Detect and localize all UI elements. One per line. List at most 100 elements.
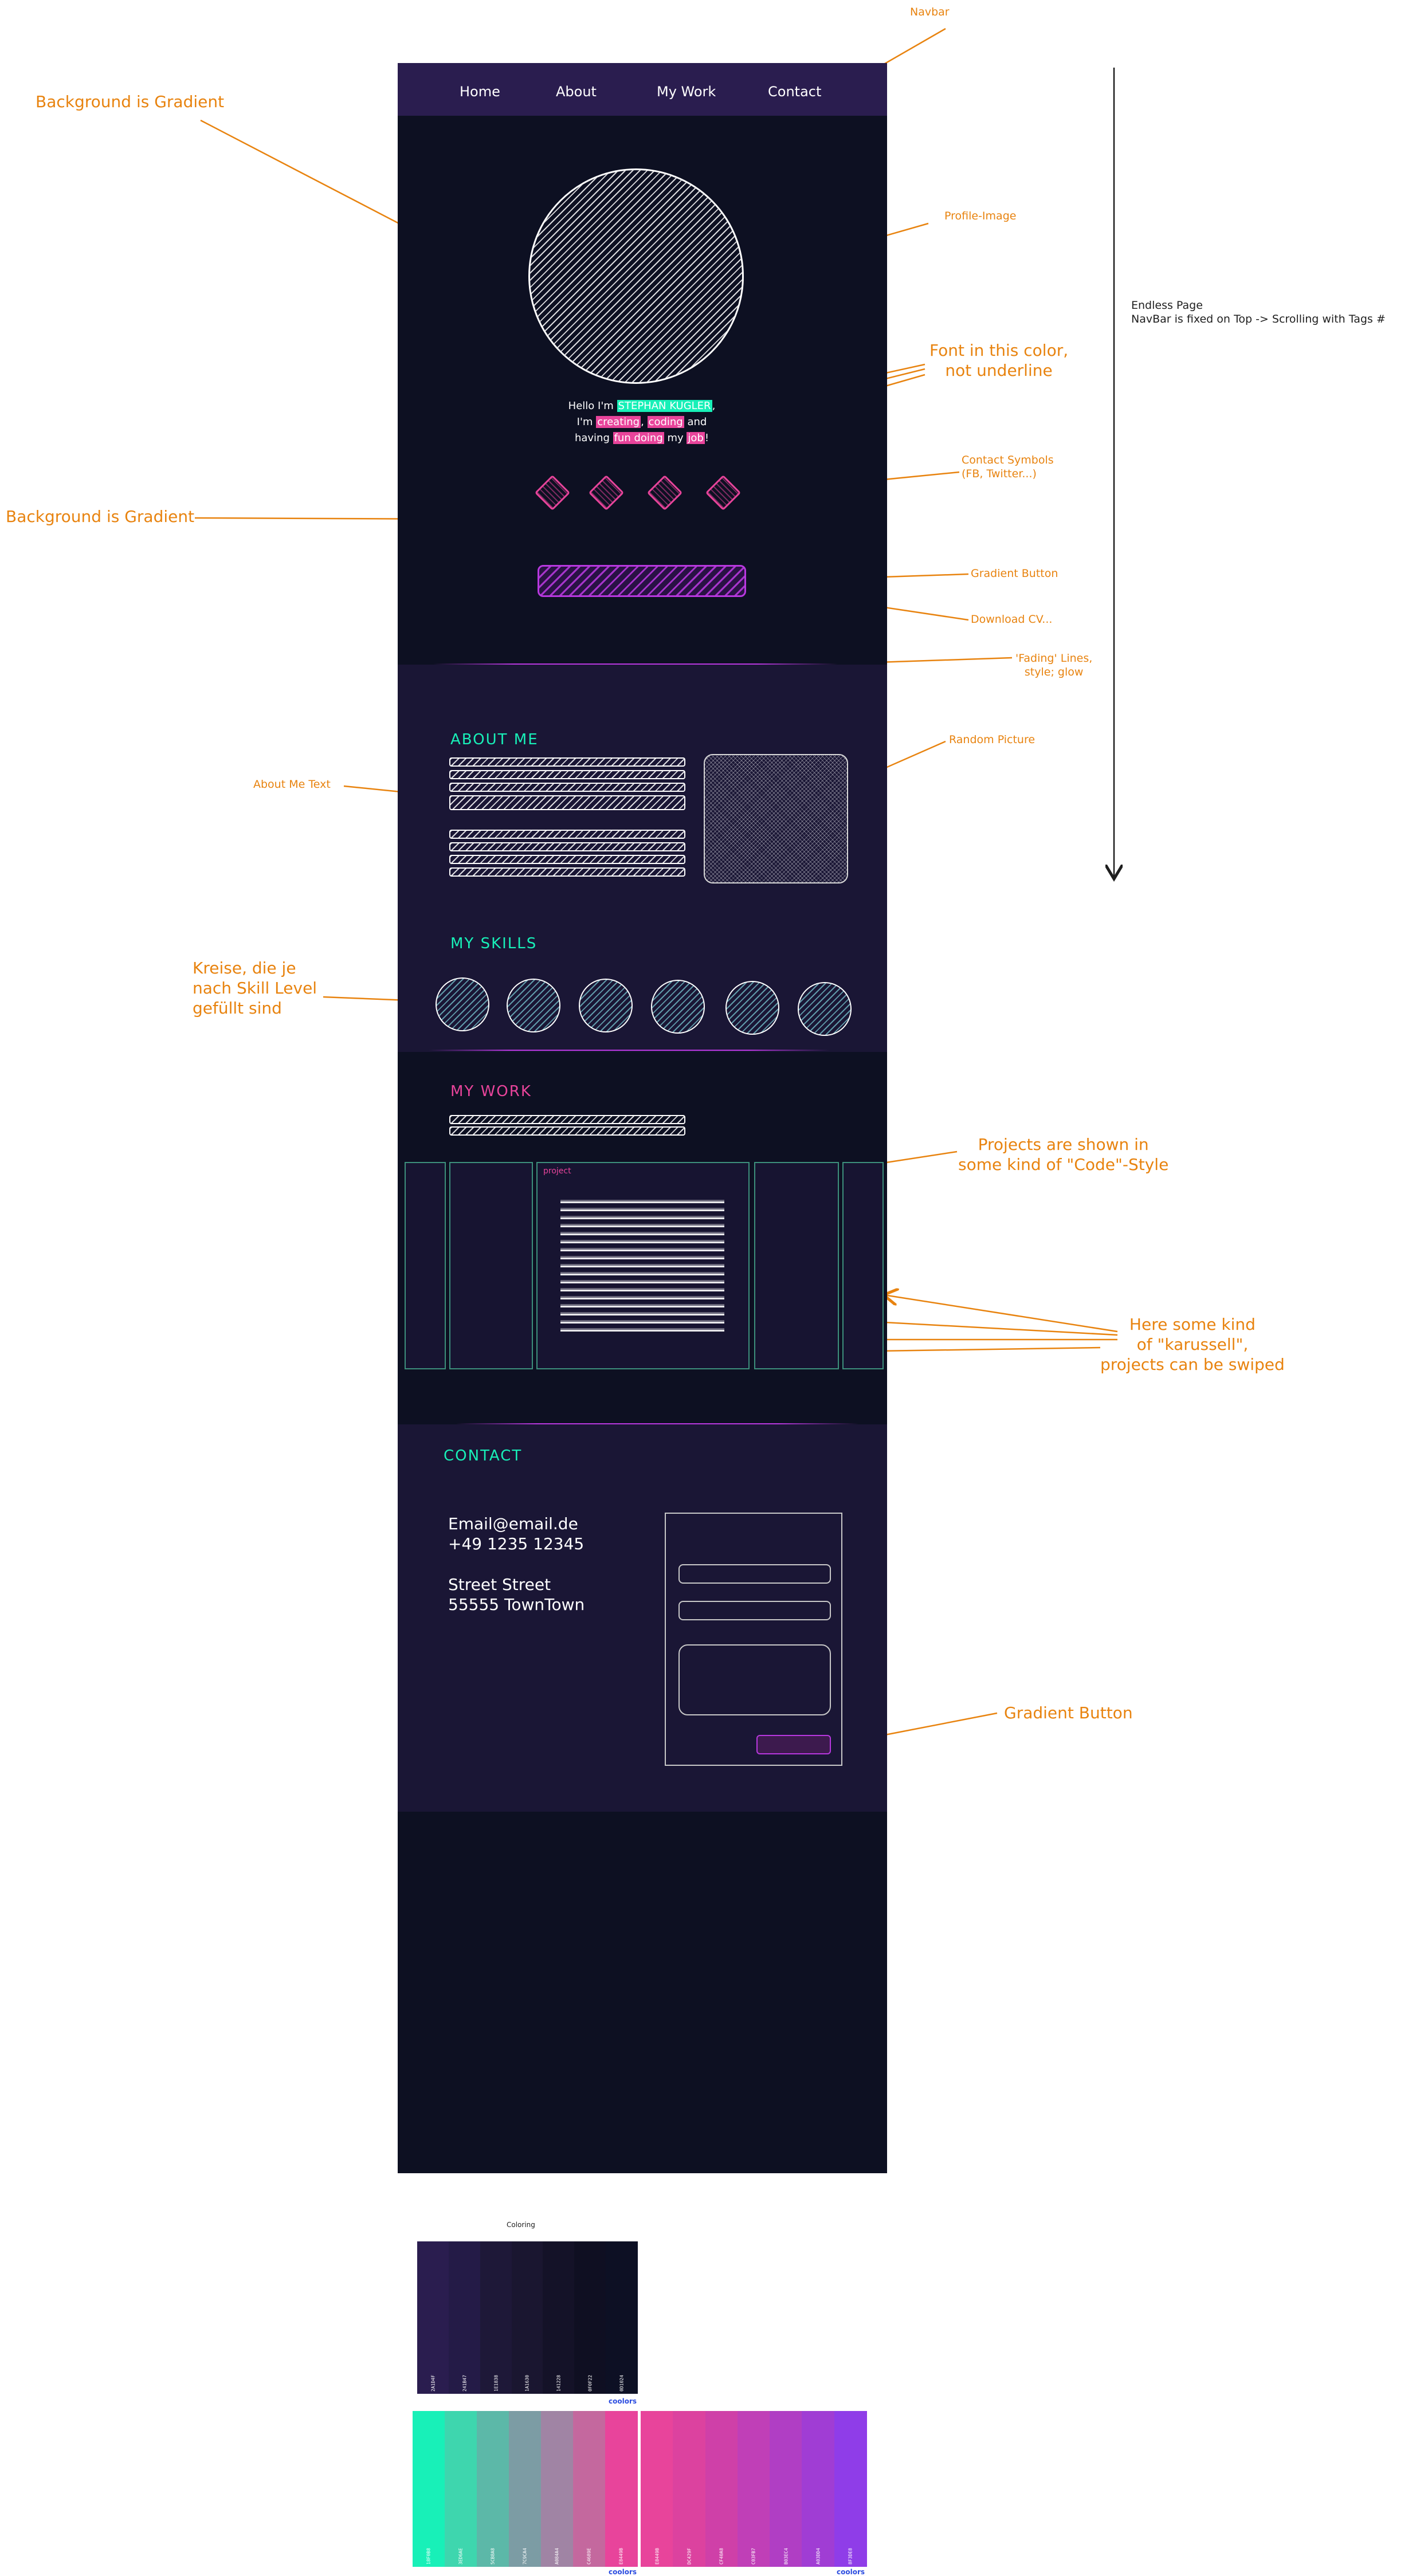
hero-line-1: Hello I'm STEPHAN KUGLER, bbox=[527, 400, 756, 412]
hero-name-highlight: STEPHAN KUGLER bbox=[617, 400, 712, 412]
nav-item-contact[interactable]: Contact bbox=[768, 84, 821, 100]
skill-circle bbox=[579, 979, 633, 1032]
palette-swatch-label: C03FB7 bbox=[751, 2548, 756, 2565]
contact-message-field[interactable] bbox=[678, 1644, 831, 1715]
project-card-edge-right[interactable] bbox=[842, 1162, 884, 1369]
hero-line-3-suffix: ! bbox=[704, 432, 709, 444]
hero-line-2: I'm creating, coding and bbox=[527, 416, 756, 428]
navbar: Home About My Work Contact bbox=[398, 63, 887, 116]
project-card-right[interactable] bbox=[754, 1162, 839, 1369]
contact-street: Street Street bbox=[448, 1575, 551, 1594]
palette-swatch[interactable]: 1E1838 bbox=[480, 2241, 512, 2394]
hero-job-highlight: job bbox=[687, 432, 705, 444]
random-picture bbox=[704, 754, 848, 883]
palette-swatch-label: 141228 bbox=[556, 2375, 562, 2392]
about-text-line bbox=[449, 795, 685, 810]
hero-fun-highlight: fun doing bbox=[613, 432, 664, 444]
skill-circle bbox=[798, 982, 852, 1036]
palette-swatch[interactable]: 141228 bbox=[543, 2241, 575, 2394]
download-cv-button[interactable] bbox=[538, 565, 746, 597]
about-text-line bbox=[449, 842, 685, 851]
coolors-logo-2: coolors bbox=[609, 2568, 637, 2576]
palette-swatch-label: 241B47 bbox=[462, 2375, 468, 2392]
palette-swatch-label: A084A4 bbox=[554, 2548, 560, 2565]
hero-line-3-prefix: having bbox=[574, 432, 613, 444]
palette-swatch[interactable]: 8F3DE8 bbox=[834, 2411, 867, 2567]
palette-swatch-label: E8449B bbox=[618, 2548, 624, 2565]
palette-swatch-label: E8449B bbox=[654, 2548, 660, 2565]
palette-swatch-label: 8F3DE8 bbox=[848, 2548, 853, 2565]
about-text-line bbox=[449, 783, 685, 792]
palette-swatch-label: B03EC4 bbox=[783, 2548, 789, 2565]
palette-swatch-label: 18F0B8 bbox=[426, 2548, 432, 2565]
hero-line-2-sep: , bbox=[641, 416, 648, 428]
about-title: ABOUT ME bbox=[450, 731, 539, 748]
work-text-line bbox=[449, 1115, 685, 1124]
skill-circle bbox=[651, 980, 705, 1034]
palette-swatch-label: C4689E bbox=[586, 2548, 592, 2565]
contact-city: 55555 TownTown bbox=[448, 1595, 585, 1614]
palette-swatch-label: 7C9CA4 bbox=[522, 2548, 528, 2565]
project-code-preview bbox=[560, 1197, 724, 1332]
hero-line-3-mid: my bbox=[664, 432, 687, 444]
palette-swatch-label: A03DD4 bbox=[815, 2548, 821, 2565]
palette-swatch[interactable]: 241B47 bbox=[448, 2241, 481, 2394]
palette-dark: 2A1D4F 241B47 1E1838 1A1630 141228 0F0F22 0D10… bbox=[417, 2241, 638, 2394]
palette-swatch[interactable]: 3ED6AE bbox=[445, 2411, 477, 2567]
work-text-line bbox=[449, 1126, 685, 1136]
hero-creating-highlight: creating bbox=[596, 416, 641, 428]
palette-swatch-label: 1E1838 bbox=[493, 2375, 499, 2392]
palette-swatch[interactable]: 5CB8A8 bbox=[477, 2411, 509, 2567]
palette-swatch-label: 1A1630 bbox=[524, 2375, 530, 2392]
palette-swatch-label: 5CB8A8 bbox=[490, 2548, 496, 2565]
profile-image bbox=[528, 168, 744, 384]
palette-swatch[interactable]: DC429F bbox=[673, 2411, 706, 2567]
palette-swatch-label: 0F0F22 bbox=[587, 2375, 593, 2392]
palette-green-pink: 18F0B8 3ED6AE 5CB8A8 7C9CA4 A084A4 C4689E E844… bbox=[413, 2411, 638, 2567]
coolors-logo-3: coolors bbox=[837, 2568, 865, 2576]
contact-email[interactable]: Email@email.de bbox=[448, 1514, 578, 1534]
contact-send-button[interactable] bbox=[756, 1735, 831, 1754]
hero-line-2-prefix: I'm bbox=[576, 416, 597, 428]
project-card-edge-left[interactable] bbox=[405, 1162, 446, 1369]
contact-phone[interactable]: +49 1235 12345 bbox=[448, 1534, 584, 1554]
about-text-line bbox=[449, 867, 685, 877]
nav-item-home[interactable]: Home bbox=[460, 84, 500, 100]
nav-item-about[interactable]: About bbox=[556, 84, 597, 100]
nav-item-my-work[interactable]: My Work bbox=[657, 84, 716, 100]
palette-swatch[interactable]: 0F0F22 bbox=[574, 2241, 606, 2394]
project-card-left[interactable] bbox=[449, 1162, 533, 1369]
palette-swatch[interactable]: C03FB7 bbox=[737, 2411, 770, 2567]
palette-swatch[interactable]: E8449B bbox=[641, 2411, 674, 2567]
skill-circle bbox=[725, 981, 779, 1035]
palette-swatch[interactable]: 0D1024 bbox=[606, 2241, 638, 2394]
palette-swatch[interactable]: C4689E bbox=[573, 2411, 606, 2567]
palette-swatch[interactable]: 18F0B8 bbox=[413, 2411, 445, 2567]
contact-email-field[interactable] bbox=[678, 1601, 831, 1620]
palette-swatch[interactable]: 7C9CA4 bbox=[509, 2411, 542, 2567]
contact-title: CONTACT bbox=[444, 1447, 523, 1464]
arrow-karussell-1 bbox=[884, 1295, 1118, 1333]
about-text-line bbox=[449, 830, 685, 839]
hero-coding-highlight: coding bbox=[647, 416, 684, 428]
skills-title: MY SKILLS bbox=[450, 935, 538, 952]
palette-swatch[interactable]: A03DD4 bbox=[802, 2411, 835, 2567]
arrow-bg-top bbox=[200, 119, 430, 239]
work-title: MY WORK bbox=[450, 1083, 532, 1100]
about-text-line bbox=[449, 855, 685, 864]
coloring-label: Coloring bbox=[507, 2221, 535, 2229]
palette-swatch[interactable]: A084A4 bbox=[541, 2411, 574, 2567]
palette-swatch[interactable]: B03EC4 bbox=[770, 2411, 803, 2567]
palette-swatch[interactable]: 2A1D4F bbox=[417, 2241, 449, 2394]
palette-swatch-label: DC429F bbox=[687, 2548, 692, 2565]
coolors-logo-1: coolors bbox=[609, 2397, 637, 2405]
palette-swatch[interactable]: E8449B bbox=[605, 2411, 638, 2567]
palette-swatch[interactable]: 1A1630 bbox=[511, 2241, 544, 2394]
project-card-active[interactable]: project bbox=[536, 1162, 750, 1369]
palette-swatch[interactable]: CF40A8 bbox=[705, 2411, 738, 2567]
contact-name-field[interactable] bbox=[678, 1564, 831, 1584]
fading-line-2 bbox=[429, 1050, 830, 1051]
palette-swatch-label: 2A1D4F bbox=[430, 2375, 436, 2392]
skill-circle bbox=[507, 979, 560, 1032]
palette-swatch-label: 3ED6AE bbox=[458, 2548, 464, 2565]
